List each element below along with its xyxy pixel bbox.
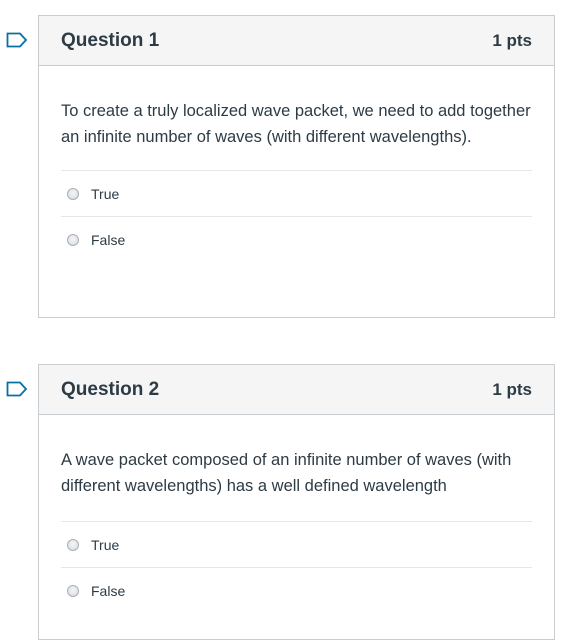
answer-option-false[interactable]: False (61, 568, 532, 614)
question-2-header: Question 2 1 pts (39, 365, 554, 415)
radio-button-icon[interactable] (67, 538, 79, 551)
question-2-points: 1 pts (492, 379, 532, 399)
question-1-card: Question 1 1 pts To create a truly local… (38, 15, 555, 318)
question-2-card: Question 2 1 pts A wave packet composed … (38, 364, 555, 640)
question-1-header: Question 1 1 pts (39, 16, 554, 66)
question-1-title: Question 1 (61, 29, 160, 51)
answer-option-true[interactable]: True (61, 522, 532, 568)
answer-label[interactable]: False (91, 232, 125, 248)
question-2-body: A wave packet composed of an infinite nu… (39, 415, 554, 614)
question-2-title: Question 2 (61, 378, 160, 400)
question-1-points: 1 pts (492, 30, 532, 50)
question-2-answers: True False (61, 521, 532, 614)
answer-option-true[interactable]: True (61, 171, 532, 217)
radio-button-icon[interactable] (67, 187, 79, 200)
flag-question-1-icon[interactable] (6, 32, 28, 48)
radio-button-icon[interactable] (67, 234, 79, 246)
question-1-answers: True False (61, 170, 532, 263)
answer-option-false[interactable]: False (61, 217, 532, 263)
question-1-body: To create a truly localized wave packet,… (39, 66, 554, 263)
question-2-text: A wave packet composed of an infinite nu… (61, 451, 512, 495)
radio-button-icon[interactable] (67, 585, 79, 597)
answer-label[interactable]: False (91, 583, 125, 599)
answer-label[interactable]: True (91, 186, 119, 202)
question-1-text: To create a truly localized wave packet,… (61, 102, 531, 146)
flag-question-2-icon[interactable] (6, 381, 28, 397)
answer-label[interactable]: True (91, 537, 119, 553)
